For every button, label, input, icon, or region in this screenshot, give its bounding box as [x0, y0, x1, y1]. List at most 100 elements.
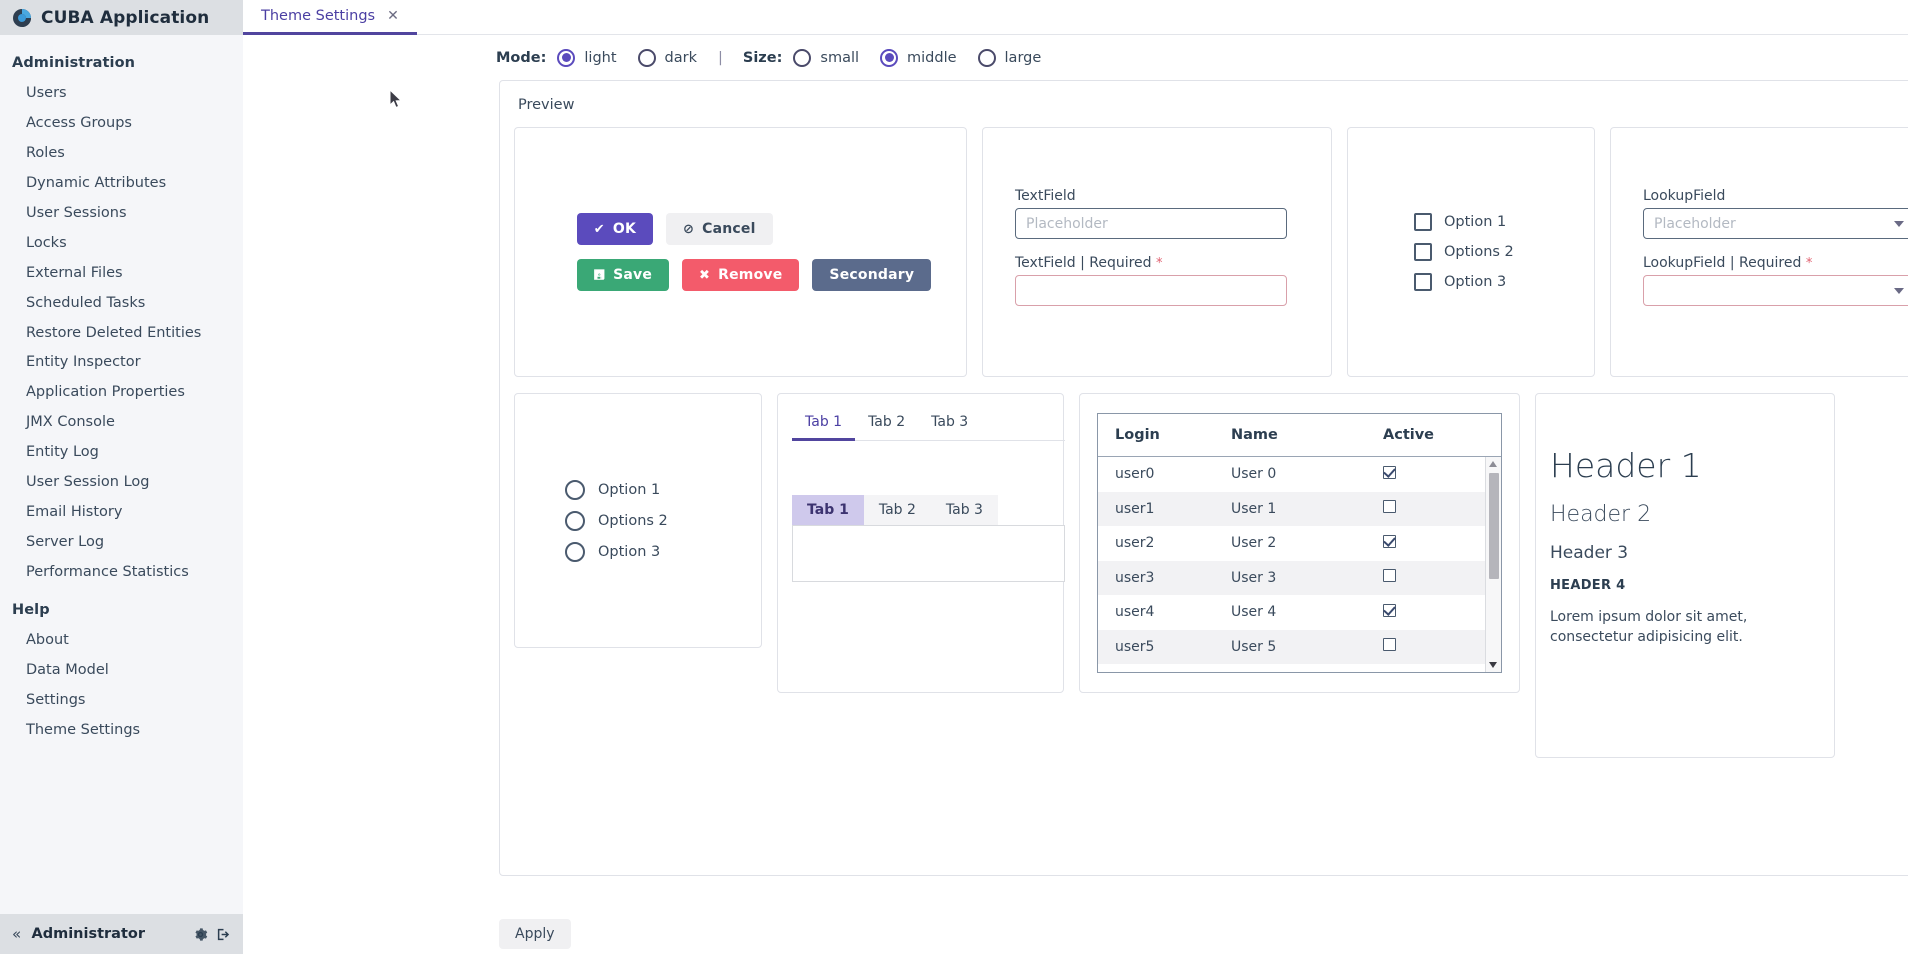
- table-body: user0 User 0 user1 User 1: [1098, 457, 1501, 672]
- tab-theme-settings[interactable]: Theme Settings ✕: [243, 0, 417, 35]
- checkbox-option-2[interactable]: Options 2: [1414, 243, 1514, 261]
- checkbox-indicator[interactable]: [1383, 500, 1396, 513]
- radio-size-middle[interactable]: middle: [880, 49, 957, 67]
- checkbox-option-1-label: Option 1: [1444, 214, 1506, 230]
- sidebar-item-entity-inspector[interactable]: Entity Inspector: [0, 348, 243, 378]
- table-header-name[interactable]: Name: [1231, 427, 1383, 443]
- typography-container: Header 1 Header 2 Header 3 HEADER 4 Lore…: [1536, 394, 1834, 647]
- close-icon[interactable]: ✕: [387, 8, 399, 24]
- remove-button-label: Remove: [718, 267, 782, 283]
- sidebar-item-users[interactable]: Users: [0, 79, 243, 109]
- table-header-login[interactable]: Login: [1098, 427, 1231, 443]
- table-row[interactable]: user6 User 6: [1098, 664, 1501, 672]
- table-row[interactable]: user0 User 0: [1098, 457, 1501, 492]
- table-scrollbar[interactable]: [1485, 457, 1501, 672]
- lookupfield-input[interactable]: [1643, 208, 1908, 239]
- checkbox-indicator[interactable]: [1383, 535, 1396, 548]
- logout-icon[interactable]: [216, 924, 231, 944]
- card-tabsheets: Tab 1 Tab 2 Tab 3 Tab 1 Tab 2 Tab 3: [777, 393, 1064, 693]
- sidebar-item-data-model[interactable]: Data Model: [0, 656, 243, 686]
- radio-mode-dark[interactable]: dark: [638, 49, 697, 67]
- sidebar-item-roles[interactable]: Roles: [0, 139, 243, 169]
- required-star-icon: *: [1156, 256, 1163, 271]
- scroll-up-icon[interactable]: [1489, 461, 1497, 467]
- sidebar-item-application-properties[interactable]: Application Properties: [0, 378, 243, 408]
- preview-title: Preview: [500, 81, 1908, 113]
- tabsheet-tab-2[interactable]: Tab 2: [855, 408, 918, 441]
- sidebar-item-about[interactable]: About: [0, 626, 243, 656]
- field-gap: [1015, 239, 1331, 255]
- radio-size-small-label: small: [820, 50, 859, 66]
- sidebar-item-server-log[interactable]: Server Log: [0, 528, 243, 558]
- secondary-button-label: Secondary: [829, 267, 914, 283]
- lookupfield-required-input[interactable]: [1643, 275, 1908, 306]
- apply-button[interactable]: Apply: [499, 919, 571, 949]
- cancel-button[interactable]: ⊘ Cancel: [666, 213, 773, 245]
- sidebar-item-user-session-log[interactable]: User Session Log: [0, 468, 243, 498]
- sidebar-item-theme-settings[interactable]: Theme Settings: [0, 716, 243, 746]
- sidebar-footer: « Administrator: [0, 914, 243, 954]
- textfield-group: TextField TextField | Required *: [983, 128, 1331, 306]
- checkbox-indicator[interactable]: [1383, 569, 1396, 582]
- sidebar-item-email-history[interactable]: Email History: [0, 498, 243, 528]
- brand-title: CUBA Application: [41, 8, 209, 28]
- checkbox-indicator[interactable]: [1383, 466, 1396, 479]
- sidebar-item-dynamic-attributes[interactable]: Dynamic Attributes: [0, 169, 243, 199]
- preview-wrapper: Preview ✔ OK: [243, 80, 1908, 914]
- ok-button[interactable]: ✔ OK: [577, 213, 653, 245]
- radio-size-large[interactable]: large: [978, 49, 1042, 67]
- scrollbar-thumb[interactable]: [1489, 473, 1499, 579]
- framed-tab-2[interactable]: Tab 2: [864, 495, 931, 525]
- table-row[interactable]: user1 User 1: [1098, 492, 1501, 527]
- table-row[interactable]: user5 User 5: [1098, 630, 1501, 665]
- sidebar-item-locks[interactable]: Locks: [0, 229, 243, 259]
- textfield-required-input[interactable]: [1015, 275, 1287, 306]
- header-4: HEADER 4: [1550, 578, 1834, 593]
- radio-size-small[interactable]: small: [793, 49, 859, 67]
- sidebar-item-entity-log[interactable]: Entity Log: [0, 438, 243, 468]
- radio-option-2-label: Options 2: [598, 513, 668, 529]
- cell-name: User 0: [1231, 466, 1383, 482]
- sidebar-item-performance-statistics[interactable]: Performance Statistics: [0, 558, 243, 588]
- radio-option-2[interactable]: Options 2: [565, 511, 668, 531]
- radio-option-1[interactable]: Option 1: [565, 480, 668, 500]
- sidebar-item-external-files[interactable]: External Files: [0, 259, 243, 289]
- sidebar-item-restore-deleted-entities[interactable]: Restore Deleted Entities: [0, 319, 243, 349]
- radio-indicator: [565, 542, 585, 562]
- checkbox-indicator[interactable]: [1383, 638, 1396, 651]
- chevron-double-left-icon[interactable]: «: [12, 925, 23, 943]
- body-text: Lorem ipsum dolor sit amet, consectetur …: [1550, 607, 1782, 648]
- size-label: Size:: [743, 50, 783, 66]
- framed-tab-3[interactable]: Tab 3: [931, 495, 998, 525]
- secondary-button[interactable]: Secondary: [812, 259, 931, 291]
- sidebar-item-settings[interactable]: Settings: [0, 686, 243, 716]
- framed-tab-1[interactable]: Tab 1: [792, 495, 864, 525]
- sidebar-item-access-groups[interactable]: Access Groups: [0, 109, 243, 139]
- checkbox-option-3[interactable]: Option 3: [1414, 273, 1514, 291]
- table-row[interactable]: user3 User 3: [1098, 561, 1501, 596]
- remove-button[interactable]: ✖ Remove: [682, 259, 799, 291]
- sidebar-item-user-sessions[interactable]: User Sessions: [0, 199, 243, 229]
- sidebar-item-scheduled-tasks[interactable]: Scheduled Tasks: [0, 289, 243, 319]
- checkbox-option-1[interactable]: Option 1: [1414, 213, 1514, 231]
- cell-active: [1383, 535, 1481, 552]
- table-row[interactable]: user4 User 4: [1098, 595, 1501, 630]
- apply-bar: Apply: [243, 914, 1908, 954]
- card-typography: Header 1 Header 2 Header 3 HEADER 4 Lore…: [1535, 393, 1835, 758]
- save-button[interactable]: 🖪 Save: [577, 259, 669, 291]
- preview-row-1: ✔ OK ⊘ Cancel: [514, 127, 1908, 377]
- tabsheet-tab-1[interactable]: Tab 1: [792, 408, 855, 441]
- textfield-input[interactable]: [1015, 208, 1287, 239]
- table-header-active[interactable]: Active: [1383, 427, 1481, 443]
- checkbox-indicator[interactable]: [1383, 604, 1396, 617]
- lookupfield-select-wrap: [1643, 208, 1908, 239]
- table-row[interactable]: user2 User 2: [1098, 526, 1501, 561]
- radio-mode-light[interactable]: light: [557, 49, 616, 67]
- tabsheet-tab-3[interactable]: Tab 3: [918, 408, 981, 441]
- gear-icon[interactable]: [193, 924, 208, 944]
- card-table: Login Name Active user0 User 0: [1079, 393, 1520, 693]
- radio-option-3[interactable]: Option 3: [565, 542, 668, 562]
- sidebar-item-jmx-console[interactable]: JMX Console: [0, 408, 243, 438]
- scroll-down-icon[interactable]: [1489, 662, 1497, 668]
- lookupfield-group: LookupField LookupField | Required *: [1611, 128, 1908, 306]
